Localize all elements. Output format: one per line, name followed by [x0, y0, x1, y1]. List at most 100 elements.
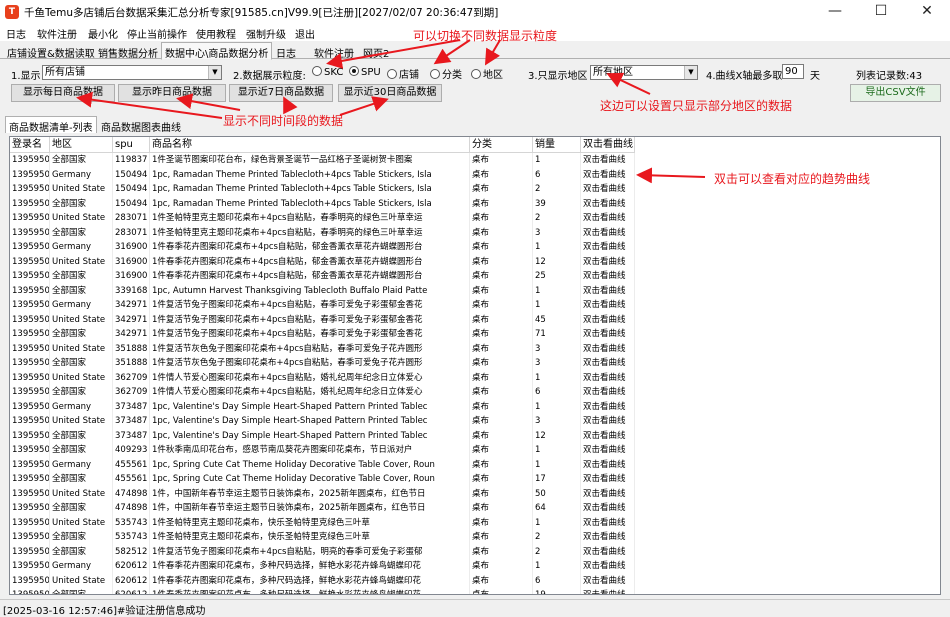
table-row[interactable]: 1395950 全部国家 535743 1件圣帕特里克主题印花桌布，快乐圣帕特里克绿色… [10, 530, 940, 545]
table-row[interactable]: 1395950 全部国家 620612 1件春季花卉图案印花桌布，多种尺码选择，鲜艳水… [10, 588, 940, 594]
cell-curve[interactable]: 双击看曲线 [581, 196, 635, 211]
radio-shop[interactable]: 店铺 [387, 66, 419, 81]
table-row[interactable]: 1395950 全部国家 362709 1件情人节爱心图案印花桌布+4pcs自粘贴，婚… [10, 385, 940, 400]
yesterday-data-button[interactable]: 显示昨日商品数据 [118, 84, 226, 102]
tab-product-list[interactable]: 商品数据清单-列表 [5, 116, 97, 134]
tab-log[interactable]: 日志 [272, 42, 300, 60]
col-header-product-name[interactable]: 商品名称 [150, 137, 470, 153]
cell-curve[interactable]: 双击看曲线 [581, 312, 635, 327]
menu-register[interactable]: 软件注册 [37, 26, 77, 41]
close-icon[interactable]: ✕ [904, 0, 950, 24]
cell-curve[interactable]: 双击看曲线 [581, 298, 635, 313]
table-row[interactable]: 1395950 United State 316900 1件春季花卉图案印花桌布+4p… [10, 254, 940, 269]
col-header-curve[interactable]: 双击看曲线 [581, 137, 635, 153]
table-row[interactable]: 1395950 全部国家 474898 1件，中国新年春节幸运主题节日装饰桌布，202… [10, 501, 940, 516]
cell-curve[interactable]: 双击看曲线 [581, 588, 635, 594]
cell-curve[interactable]: 双击看曲线 [581, 269, 635, 284]
table-row[interactable]: 1395950 United State 620612 1件春季花卉图案印花桌布，多种… [10, 573, 940, 588]
cell-curve[interactable]: 双击看曲线 [581, 457, 635, 472]
cell-curve[interactable]: 双击看曲线 [581, 240, 635, 255]
table-row[interactable]: 1395950 United State 535743 1件圣帕特里克主题印花桌布，快… [10, 515, 940, 530]
cell-curve[interactable]: 双击看曲线 [581, 544, 635, 559]
cell-curve[interactable]: 双击看曲线 [581, 254, 635, 269]
cell-curve[interactable]: 双击看曲线 [581, 559, 635, 574]
cell-curve[interactable]: 双击看曲线 [581, 428, 635, 443]
radio-region[interactable]: 地区 [471, 66, 503, 81]
cell-curve[interactable]: 双击看曲线 [581, 414, 635, 429]
region-select[interactable]: 所有地区 ▼ [590, 65, 698, 80]
menu-tutorial[interactable]: 使用教程 [196, 26, 236, 41]
col-header-spu[interactable]: spu [113, 137, 150, 153]
table-row[interactable]: 1395950 United State 373487 1pc, Valentine'… [10, 414, 940, 429]
table-row[interactable]: 1395950 United State 283071 1件圣帕特里克主题印花桌布+4… [10, 211, 940, 226]
cell-curve[interactable]: 双击看曲线 [581, 530, 635, 545]
cell-curve[interactable]: 双击看曲线 [581, 515, 635, 530]
table-row[interactable]: 1395950 United State 474898 1件，中国新年春节幸运主题节日… [10, 486, 940, 501]
last30-data-button[interactable]: 显示近30日商品数据 [338, 84, 442, 102]
last7-data-button[interactable]: 显示近7日商品数据 [229, 84, 333, 102]
table-row[interactable]: 1395950 全部国家 373487 1pc, Valentine's Day Si… [10, 428, 940, 443]
menu-stop[interactable]: 停止当前操作 [127, 26, 187, 41]
menu-exit[interactable]: 退出 [295, 26, 315, 41]
tab-webpage2[interactable]: 网页2 [359, 42, 393, 60]
table-row[interactable]: 1395950 全部国家 150494 1pc, Ramadan Theme Prin… [10, 196, 940, 211]
cell-curve[interactable]: 双击看曲线 [581, 283, 635, 298]
radio-category[interactable]: 分类 [430, 66, 462, 81]
product-data-grid[interactable]: 登录名 地区 spu 商品名称 分类 销量 双击看曲线 1395950 全部国家 1… [9, 136, 941, 595]
col-header-login[interactable]: 登录名 [10, 137, 50, 153]
cell-curve[interactable]: 双击看曲线 [581, 327, 635, 342]
shop-select[interactable]: 所有店铺 ▼ [42, 65, 222, 80]
days-input[interactable]: 90 [782, 64, 804, 79]
cell-curve[interactable]: 双击看曲线 [581, 472, 635, 487]
cell-curve[interactable]: 双击看曲线 [581, 399, 635, 414]
table-row[interactable]: 1395950 全部国家 351888 1件复活节灰色兔子图案印花桌布+4pcs自粘贴… [10, 356, 940, 371]
export-csv-button[interactable]: 导出CSV文件 [850, 84, 941, 102]
menu-force-upgrade[interactable]: 强制升级 [246, 26, 286, 41]
cell-curve[interactable]: 双击看曲线 [581, 341, 635, 356]
cell-curve[interactable]: 双击看曲线 [581, 385, 635, 400]
cell-curve[interactable]: 双击看曲线 [581, 356, 635, 371]
col-header-sales[interactable]: 销量 [533, 137, 581, 153]
tab-register[interactable]: 软件注册 [310, 42, 358, 60]
table-row[interactable]: 1395950 Germany 455561 1pc, Spring Cute Cat… [10, 457, 940, 472]
table-row[interactable]: 1395950 全部国家 316900 1件春季花卉图案印花桌布+4pcs自粘贴，郁金… [10, 269, 940, 284]
table-row[interactable]: 1395950 Germany 342971 1件复活节兔子图案印花桌布+4pcs自粘… [10, 298, 940, 313]
menu-log[interactable]: 日志 [6, 26, 26, 41]
cell-curve[interactable]: 双击看曲线 [581, 370, 635, 385]
table-row[interactable]: 1395950 United State 342971 1件复活节兔子图案印花桌布+4… [10, 312, 940, 327]
cell-curve[interactable]: 双击看曲线 [581, 167, 635, 182]
cell-region: 全部国家 [50, 443, 113, 458]
table-row[interactable]: 1395950 United State 351888 1件复活节灰色兔子图案印花桌布… [10, 341, 940, 356]
cell-curve[interactable]: 双击看曲线 [581, 211, 635, 226]
menu-minimize[interactable]: 最小化 [88, 26, 118, 41]
table-row[interactable]: 1395950 United State 362709 1件情人节爱心图案印花桌布+4… [10, 370, 940, 385]
cell-curve[interactable]: 双击看曲线 [581, 486, 635, 501]
table-row[interactable]: 1395950 全部国家 455561 1pc, Spring Cute Cat Th… [10, 472, 940, 487]
cell-curve[interactable]: 双击看曲线 [581, 153, 635, 168]
tab-data-center[interactable]: 数据中心\商品数据分析 [161, 42, 273, 60]
tab-product-chart[interactable]: 商品数据图表曲线 [97, 116, 185, 134]
daily-data-button[interactable]: 显示每日商品数据 [11, 84, 115, 102]
col-header-category[interactable]: 分类 [470, 137, 533, 153]
cell-curve[interactable]: 双击看曲线 [581, 182, 635, 197]
table-row[interactable]: 1395950 全部国家 342971 1件复活节兔子图案印花桌布+4pcs自粘贴，春… [10, 327, 940, 342]
table-row[interactable]: 1395950 全部国家 119837 1件圣诞节图案印花台布，绿色背景圣诞节一品红格… [10, 153, 940, 168]
tab-sales-analysis[interactable]: 销售数据分析 [94, 42, 162, 60]
table-row[interactable]: 1395950 全部国家 409293 1件秋季南瓜印花台布，感恩节南瓜葵花卉图案印花… [10, 443, 940, 458]
col-header-region[interactable]: 地区 [50, 137, 113, 153]
minimize-icon[interactable]: — [812, 0, 858, 24]
table-row[interactable]: 1395950 Germany 316900 1件春季花卉图案印花桌布+4pcs自粘贴… [10, 240, 940, 255]
table-row[interactable]: 1395950 全部国家 339168 1pc, Autumn Harvest Tha… [10, 283, 940, 298]
tab-shop-settings[interactable]: 店铺设置&数据读取 [3, 42, 99, 60]
cell-curve[interactable]: 双击看曲线 [581, 501, 635, 516]
table-row[interactable]: 1395950 Germany 373487 1pc, Valentine's Day… [10, 399, 940, 414]
radio-skc[interactable]: SKC [312, 66, 343, 78]
table-row[interactable]: 1395950 Germany 620612 1件春季花卉图案印花桌布，多种尺码选择，… [10, 559, 940, 574]
cell-curve[interactable]: 双击看曲线 [581, 225, 635, 240]
cell-curve[interactable]: 双击看曲线 [581, 573, 635, 588]
radio-spu[interactable]: SPU [349, 66, 381, 78]
table-row[interactable]: 1395950 全部国家 283071 1件圣帕特里克主题印花桌布+4pcs自粘贴，春… [10, 225, 940, 240]
maximize-icon[interactable]: ☐ [858, 0, 904, 24]
cell-curve[interactable]: 双击看曲线 [581, 443, 635, 458]
table-row[interactable]: 1395950 全部国家 582512 1件复活节兔子图案印花桌布+4pcs自粘贴，明… [10, 544, 940, 559]
